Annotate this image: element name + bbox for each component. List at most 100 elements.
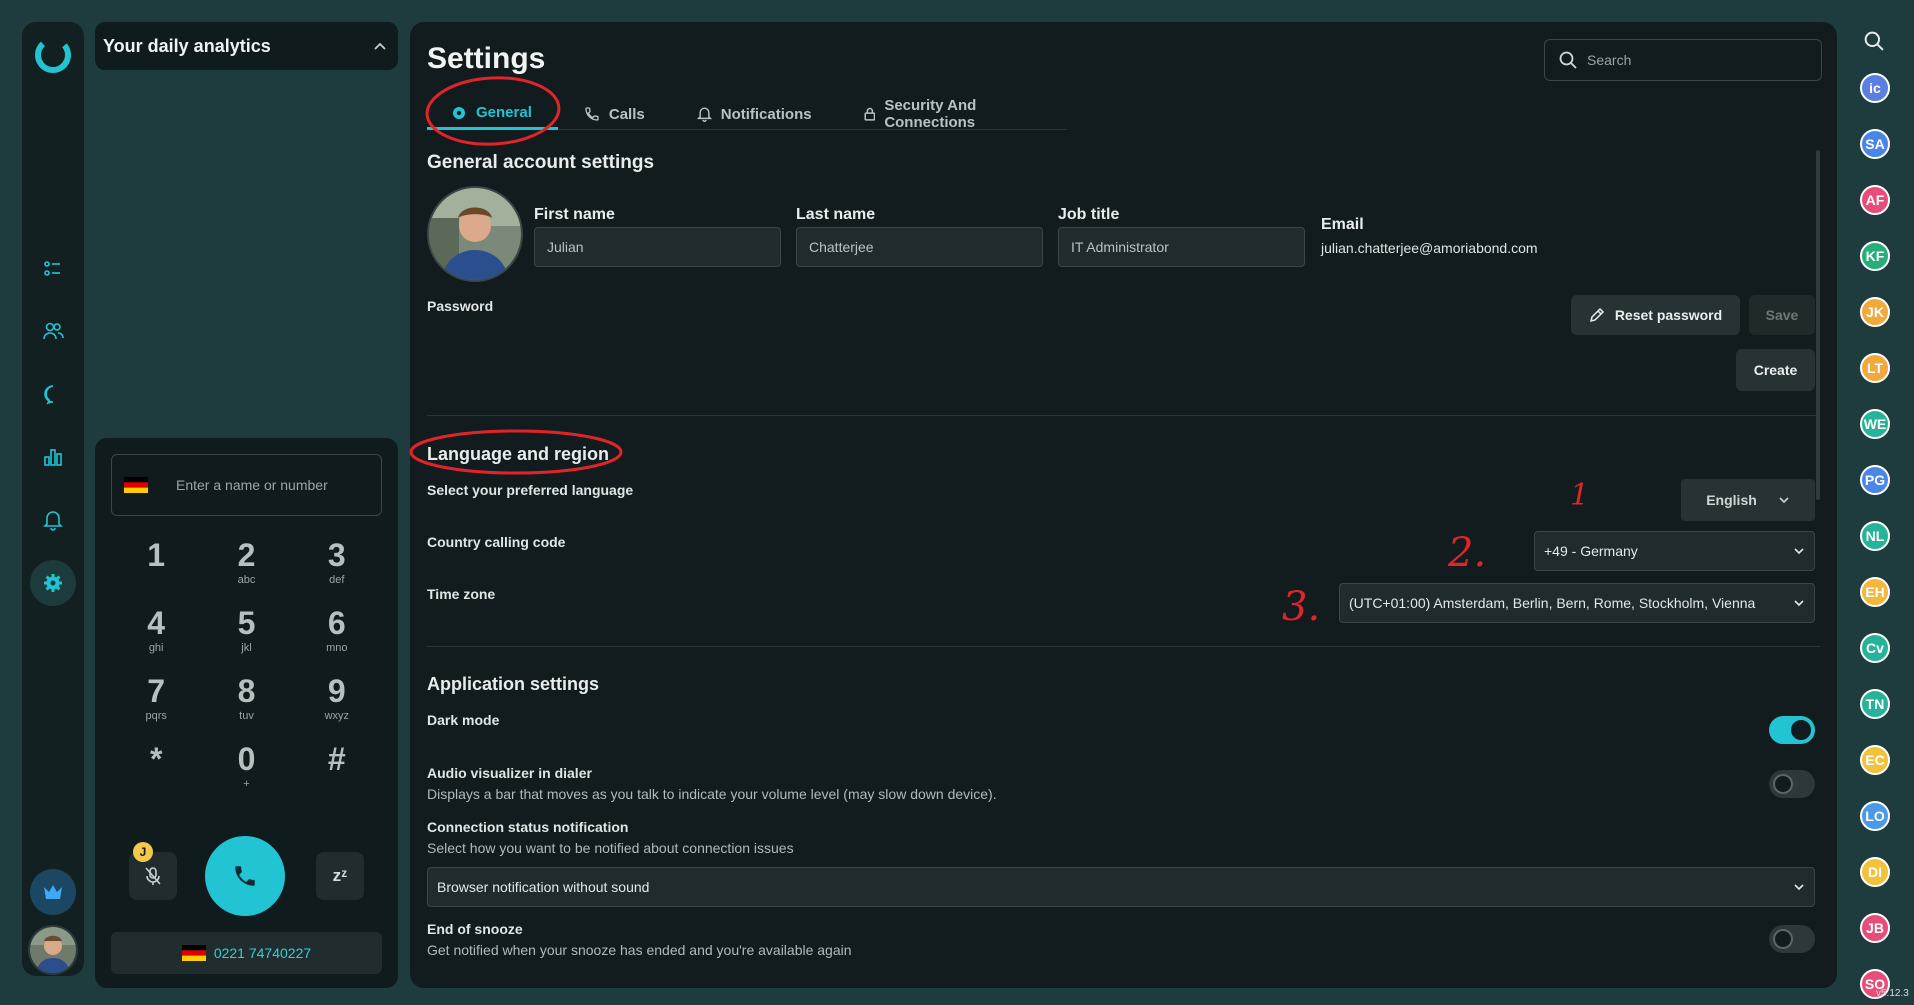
country-code-label: Country calling code [427,534,566,550]
presence-avatar[interactable]: LO [1860,801,1890,831]
presence-avatar[interactable]: WE [1860,409,1890,439]
presence-avatar[interactable]: LT [1860,353,1890,383]
tab-general[interactable]: General [427,98,558,130]
bell-icon [696,107,712,122]
dial-key-4[interactable]: 4 ghi [111,606,201,658]
profile-photo[interactable] [427,186,523,282]
presence-avatar[interactable]: Cv [1860,633,1890,663]
page-title: Settings [427,42,546,75]
crown-icon[interactable] [30,869,76,915]
nav-chat-icon[interactable] [30,371,76,417]
analytics-title: Your daily analytics [103,35,271,56]
presence-avatar[interactable]: KF [1860,241,1890,271]
dial-key-3[interactable]: 3 def [292,538,382,590]
dark-mode-label: Dark mode [427,712,500,728]
daily-analytics-panel[interactable]: Your daily analytics [95,22,398,70]
language-select[interactable]: English [1681,479,1815,521]
nav-settings-gear-icon[interactable] [30,560,76,606]
job-title-input[interactable] [1071,239,1291,255]
call-button[interactable] [205,836,285,916]
first-name-input[interactable] [547,239,767,255]
presence-avatar[interactable]: AF [1860,185,1890,215]
end-of-snooze-desc: Get notified when your snooze has ended … [427,942,852,958]
end-of-snooze-label: End of snooze [427,921,523,937]
presence-avatar[interactable]: ic [1860,73,1890,103]
save-button[interactable]: Save [1749,295,1815,335]
job-title-field[interactable] [1058,227,1305,267]
presence-avatar[interactable]: JK [1860,297,1890,327]
dial-key-8[interactable]: 8 tuv [201,674,291,726]
dial-input-box[interactable] [111,454,382,516]
tab-notifications[interactable]: Notifications [671,98,838,130]
phone-icon [585,107,599,121]
presence-avatar[interactable]: JB [1860,913,1890,943]
dialer-panel: 1 2abc 3def 4ghi 5jkl 6mno 7pqrs 8tuv 9w… [95,438,398,988]
my-number-text: 0221 74740227 [213,945,312,961]
first-name-field[interactable] [534,227,781,267]
app-settings-heading: Application settings [427,674,600,694]
nav-contacts-list-icon[interactable] [30,246,76,292]
dial-key-hash[interactable]: # [292,742,382,794]
chevron-down-icon [1794,548,1804,554]
presence-avatar[interactable]: EH [1860,577,1890,607]
microphone-off-icon [145,867,161,885]
chevron-down-icon [1794,600,1804,606]
end-of-snooze-toggle[interactable] [1769,925,1815,953]
presence-avatar[interactable]: TN [1860,689,1890,719]
search-box[interactable] [1544,39,1822,81]
search-icon[interactable] [1864,31,1884,56]
last-name-input[interactable] [809,239,1029,255]
tab-security[interactable]: Security And Connections [838,97,1067,131]
nav-notifications-bell-icon[interactable] [30,497,76,543]
dark-mode-toggle[interactable] [1769,716,1815,744]
connection-status-select[interactable]: Browser notification without sound [427,867,1815,907]
presence-avatar[interactable]: DI [1860,857,1890,887]
dial-key-1[interactable]: 1 [111,538,201,590]
dial-keypad: 1 2 abc 3 def 4 ghi 5 jkl 6 mno 7 pqrs 8 tuv 9w… [111,538,382,794]
dial-key-9[interactable]: 9 wxyz [292,674,382,726]
dial-key-0[interactable]: 0 + [201,742,291,794]
timezone-select[interactable]: (UTC+01:00) Amsterdam, Berlin, Bern, Rom… [1339,583,1815,623]
pencil-icon [1589,307,1604,323]
settings-panel: Settings General Calls Notifications Sec… [410,22,1837,988]
presence-avatar[interactable]: SA [1860,129,1890,159]
create-button[interactable]: Create [1736,349,1815,391]
connection-status-value: Browser notification without sound [437,879,650,895]
last-name-field[interactable] [796,227,1043,267]
last-name-label: Last name [796,206,876,223]
reset-password-button[interactable]: Reset password [1571,295,1740,335]
presence-avatar[interactable]: PG [1860,465,1890,495]
dial-actions: J zᶻ [111,836,382,916]
audio-visualizer-toggle[interactable] [1769,770,1815,798]
country-code-select[interactable]: +49 - Germany [1534,531,1815,571]
language-heading: Language and region [427,444,610,464]
germany-flag-icon [181,945,206,961]
dial-key-7[interactable]: 7 pqrs [111,674,201,726]
search-input[interactable] [1587,52,1768,68]
nav-analytics-icon[interactable] [30,434,76,480]
dial-number-input[interactable] [176,477,376,493]
presence-avatar[interactable]: EC [1860,745,1890,775]
dial-key-5[interactable]: 5 jkl [201,606,291,658]
reset-password-label: Reset password [1614,307,1723,323]
voicemail-badge: J [133,842,153,862]
phone-icon [235,866,255,886]
tab-notifications-label: Notifications [720,105,812,123]
section-divider [427,646,1820,647]
dial-key-star[interactable]: * [111,742,201,794]
chevron-down-icon [1794,884,1804,890]
password-label: Password [427,298,494,314]
email-value: julian.chatterjee@amoriabond.com [1321,240,1538,256]
dial-key-6[interactable]: 6 mno [292,606,382,658]
tab-calls[interactable]: Calls [558,98,671,130]
presence-avatar[interactable]: NL [1860,521,1890,551]
scrollbar[interactable] [1816,150,1820,500]
user-avatar[interactable] [28,925,78,975]
nav-users-icon[interactable] [30,308,76,354]
section-divider [427,415,1820,416]
my-phone-number[interactable]: 0221 74740227 [111,932,382,974]
app-logo[interactable] [32,34,74,76]
snooze-button[interactable]: zᶻ [316,852,364,900]
chevron-up-icon[interactable] [374,37,386,55]
dial-key-2[interactable]: 2 abc [201,538,291,590]
